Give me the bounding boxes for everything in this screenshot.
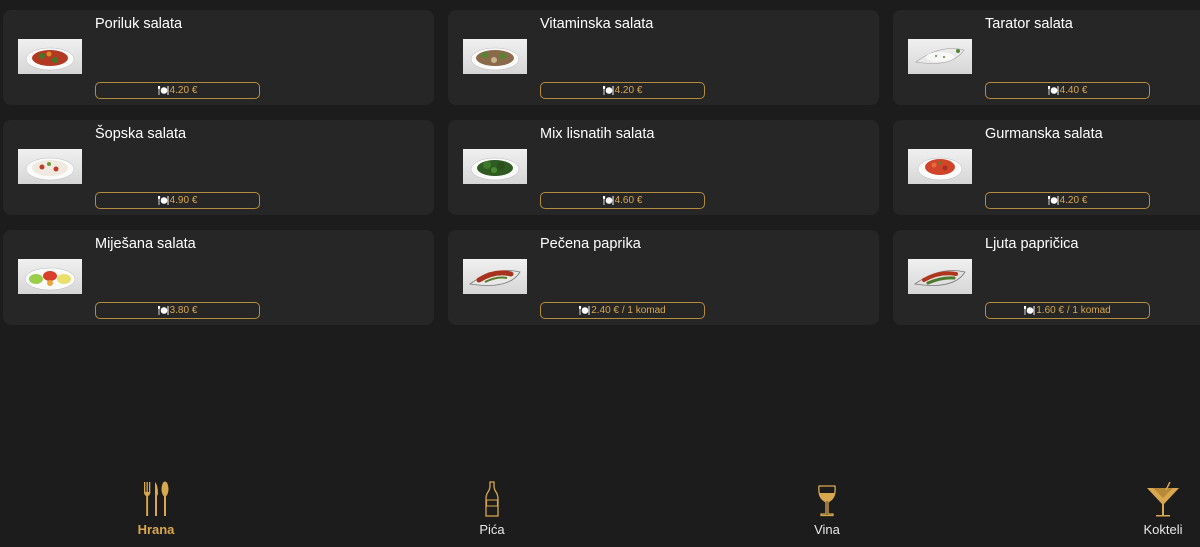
menu-item-name: Mix lisnatih salata	[540, 126, 655, 142]
price-tag: 4.20 €	[95, 82, 260, 99]
menu-grid: Poriluk salata 4.20 € Vitaminska salata …	[3, 10, 1200, 325]
menu-item-name: Ljuta papričica	[985, 236, 1079, 252]
tarator-image	[908, 39, 972, 74]
leaf-salad-image	[463, 149, 527, 184]
price-value: 3.80 €	[169, 305, 198, 316]
mixed-platter-image	[18, 259, 82, 294]
price-tag: 4.20 €	[540, 82, 705, 99]
cutlery-plate-icon	[157, 86, 169, 95]
nav-label: Vina	[814, 522, 840, 537]
nav-label: Pića	[479, 522, 505, 537]
menu-item-card[interactable]: Ljuta papričica 1.60 € / 1 komad	[893, 230, 1200, 325]
nav-tab-vina[interactable]: Vina	[797, 478, 857, 547]
price-tag: 4.40 €	[985, 82, 1150, 99]
price-value: 4.20 €	[169, 85, 198, 96]
menu-item-card[interactable]: Pečena paprika 2.40 € / 1 komad	[448, 230, 879, 325]
price-value: 4.60 €	[614, 195, 643, 206]
nav-tab-hrana[interactable]: Hrana	[126, 478, 186, 547]
price-tag: 4.20 €	[985, 192, 1150, 209]
fork-knife-icon	[142, 478, 170, 518]
cutlery-plate-icon	[1047, 196, 1059, 205]
menu-item-name: Miješana salata	[95, 236, 196, 252]
nav-tab-pica[interactable]: Pića	[462, 478, 522, 547]
menu-item-card[interactable]: Šopska salata 4.90 €	[3, 120, 434, 215]
nav-label: Kokteli	[1143, 522, 1183, 537]
gourmet-salad-image	[908, 149, 972, 184]
menu-item-name: Šopska salata	[95, 126, 187, 142]
menu-item-card[interactable]: Poriluk salata 4.20 €	[3, 10, 434, 105]
price-value: 4.40 €	[1059, 85, 1088, 96]
nav-tab-kokteli[interactable]: Kokteli	[1133, 478, 1193, 547]
cutlery-plate-icon	[579, 306, 590, 315]
cutlery-plate-icon	[1024, 306, 1035, 315]
sopska-salad-image	[18, 149, 82, 184]
price-tag: 4.90 €	[95, 192, 260, 209]
menu-item-name: Pečena paprika	[540, 236, 641, 252]
menu-item-name: Gurmanska salata	[985, 126, 1103, 142]
bottom-nav: Hrana Pića Vina Kokteli	[0, 478, 1200, 547]
price-value: 4.20 €	[1059, 195, 1088, 206]
cutlery-plate-icon	[157, 196, 169, 205]
menu-item-name: Tarator salata	[985, 16, 1073, 32]
price-tag: 1.60 € / 1 komad	[985, 302, 1150, 319]
menu-item-name: Vitaminska salata	[540, 16, 654, 32]
menu-item-card[interactable]: Miješana salata 3.80 €	[3, 230, 434, 325]
mixed-salad-image	[18, 39, 82, 74]
price-value: 4.20 €	[614, 85, 643, 96]
nav-label: Hrana	[137, 522, 175, 537]
cutlery-plate-icon	[602, 86, 614, 95]
wine-glass-icon	[816, 478, 838, 518]
menu-item-name: Poriluk salata	[95, 16, 183, 32]
cutlery-plate-icon	[602, 196, 614, 205]
cocktail-glass-icon	[1146, 478, 1180, 518]
menu-item-card[interactable]: Vitaminska salata 4.20 €	[448, 10, 879, 105]
price-tag: 2.40 € / 1 komad	[540, 302, 705, 319]
price-value: 2.40 € / 1 komad	[591, 305, 666, 316]
vitamin-salad-image	[463, 39, 527, 74]
cutlery-plate-icon	[157, 306, 169, 315]
menu-item-card[interactable]: Mix lisnatih salata 4.60 €	[448, 120, 879, 215]
price-tag: 3.80 €	[95, 302, 260, 319]
cutlery-plate-icon	[1047, 86, 1059, 95]
price-value: 4.90 €	[169, 195, 198, 206]
hot-pepper-image	[908, 259, 972, 294]
roasted-pepper-image	[463, 259, 527, 294]
price-tag: 4.60 €	[540, 192, 705, 209]
price-value: 1.60 € / 1 komad	[1036, 305, 1111, 316]
bottle-icon	[484, 478, 500, 518]
menu-item-card[interactable]: Gurmanska salata 4.20 €	[893, 120, 1200, 215]
menu-item-card[interactable]: Tarator salata 4.40 €	[893, 10, 1200, 105]
